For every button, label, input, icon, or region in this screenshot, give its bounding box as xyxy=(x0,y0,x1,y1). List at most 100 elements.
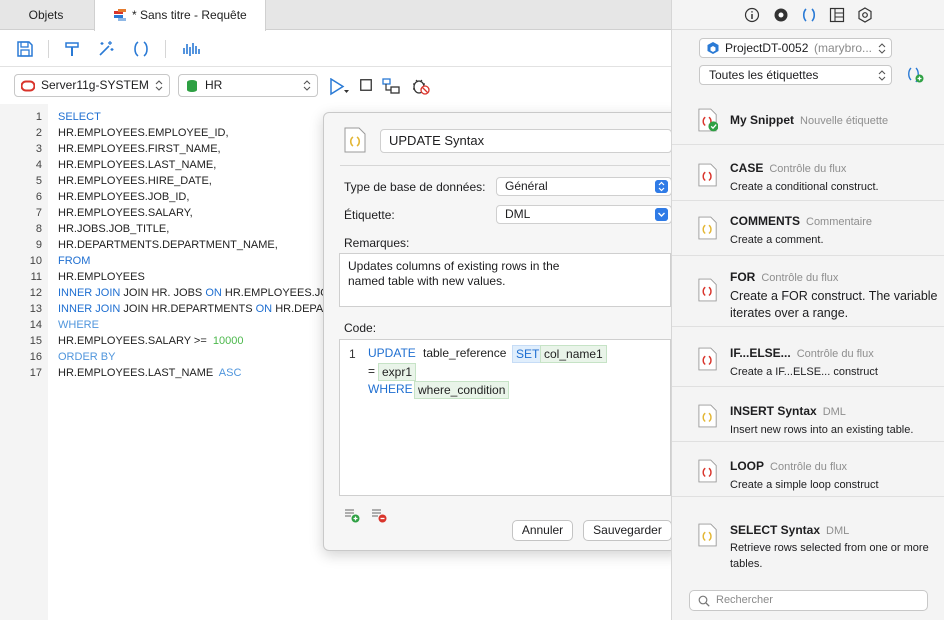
explain-chart-icon[interactable] xyxy=(181,39,201,59)
code-placeholder-where-condition[interactable]: where_condition xyxy=(414,381,510,399)
code-keyword-where: WHERE xyxy=(368,382,413,396)
oracle-icon xyxy=(21,80,35,92)
line-number: 4 xyxy=(35,159,42,171)
line-number: 10 xyxy=(29,255,42,267)
line-number: 12 xyxy=(29,287,42,299)
snippets-brackets-icon[interactable] xyxy=(801,7,817,23)
sql-text: HR.EMPLOYEES.LAST_NAME, xyxy=(58,159,217,171)
info-icon[interactable] xyxy=(744,7,760,23)
line-number: 14 xyxy=(29,319,42,331)
layout-icon[interactable] xyxy=(829,7,845,23)
inspector-tab-bar xyxy=(672,0,944,30)
run-icon[interactable] xyxy=(329,78,351,96)
snippet-title: SELECT Syntax xyxy=(730,523,821,537)
explain-plan-icon[interactable] xyxy=(382,77,400,95)
snippet-brackets-icon[interactable] xyxy=(131,39,151,59)
snippet-list-item[interactable]: INSERT Syntax DML Insert new rows into an … xyxy=(672,386,944,441)
snippet-code-editor[interactable]: 1 UPDATE table_reference SET col_name1 =… xyxy=(339,339,671,496)
snippet-title: LOOP xyxy=(730,459,765,473)
snippet-list-item[interactable]: COMMENTS Commentaire Create a comment. xyxy=(672,200,944,255)
code-placeholder-col-name1[interactable]: col_name1 xyxy=(540,345,607,363)
code-token-table-reference: table_reference xyxy=(423,346,507,360)
code-line: HR.EMPLOYEES.LAST_NAME, xyxy=(58,159,216,171)
sql-text: HR.EMPLOYEES.FIRST_NAME, xyxy=(58,143,221,155)
save-icon[interactable] xyxy=(15,39,35,59)
snippet-file-icon xyxy=(698,347,717,371)
tab-query[interactable]: * Sans titre - Requête xyxy=(94,0,266,31)
sql-text: HR.EMPLOYEES.LAST_NAME xyxy=(58,367,219,379)
add-placeholder-icon[interactable] xyxy=(344,507,360,523)
schema-select[interactable]: HR xyxy=(178,74,318,97)
snippet-file-icon xyxy=(698,216,717,240)
sql-keyword: 10000 xyxy=(212,335,244,347)
sql-keyword: WHERE xyxy=(58,319,99,331)
sql-text: HR.DEPARTMENTS.DEPARTMENT_NAME, xyxy=(58,239,278,251)
snippet-list-item[interactable]: My Snippet Nouvelle étiquette xyxy=(672,96,944,144)
code-line: HR.EMPLOYEES.JOB_ID, xyxy=(58,191,189,203)
snippet-file-icon xyxy=(698,523,717,547)
line-number: 7 xyxy=(35,207,42,219)
code-line: HR.EMPLOYEES.SALARY, xyxy=(58,207,193,219)
snippet-description: Create a IF...ELSE... construct xyxy=(730,366,878,378)
tag-select[interactable]: DML xyxy=(496,205,672,224)
toolbar-divider xyxy=(165,40,166,58)
snippet-tag: Commentaire xyxy=(806,216,873,228)
sql-text: HR.EMPLOYEES.SALARY, xyxy=(58,207,193,219)
tab-query-label: * Sans titre - Requête xyxy=(132,8,247,22)
sql-keyword: ORDER BY xyxy=(58,351,116,363)
code-line: HR.EMPLOYEES.LAST_NAME ASC xyxy=(58,367,241,379)
sql-text: JOIN HR. JOBS xyxy=(123,287,206,299)
snippet-description: Create a comment. xyxy=(730,234,824,246)
line-number: 15 xyxy=(29,335,42,347)
remove-placeholder-icon[interactable] xyxy=(371,507,387,523)
cancel-button[interactable]: Annuler xyxy=(512,520,573,541)
snippet-editor-popover: UPDATE Syntax Type de base de données: G… xyxy=(323,112,683,551)
database-icon xyxy=(187,80,197,92)
stepper-arrows-icon xyxy=(655,180,668,193)
snippet-description: Insert new rows into an existing table. xyxy=(730,424,914,436)
remarks-textarea[interactable]: Updates columns of existing rows in the … xyxy=(339,253,671,307)
save-snippet-button[interactable]: Sauvegarder xyxy=(583,520,672,541)
app-window: Objets * Sans titre - Requête Server11g-… xyxy=(0,0,944,620)
snippet-list-item[interactable]: CASE Contrôle du flux Create a conditional… xyxy=(672,144,944,200)
snippet-list-item[interactable]: LOOP Contrôle du flux Create a simple loop… xyxy=(672,441,944,496)
snippet-name-input[interactable]: UPDATE Syntax xyxy=(380,129,672,153)
editor-toolbar xyxy=(0,30,671,67)
stop-icon[interactable] xyxy=(360,79,372,91)
snippet-title: My Snippet xyxy=(730,113,795,127)
snippet-tag: Contrôle du flux xyxy=(761,272,839,284)
line-number: 11 xyxy=(30,271,42,283)
line-number: 5 xyxy=(35,175,42,187)
debug-icon[interactable] xyxy=(411,77,431,95)
project-select[interactable]: ProjectDT-0052 (marybro... xyxy=(699,38,892,58)
snippet-name: COMMENTS Commentaire xyxy=(730,214,872,228)
code-placeholder-expr1[interactable]: expr1 xyxy=(378,363,417,381)
snippet-search-input[interactable]: Rechercher xyxy=(689,590,928,611)
snippet-list-item[interactable]: IF...ELSE... Contrôle du flux Create a IF.… xyxy=(672,326,944,386)
tab-bar: Objets * Sans titre - Requête xyxy=(0,0,671,31)
format-icon[interactable] xyxy=(62,39,82,59)
snippet-list-item[interactable]: FOR Contrôle du flux Create a FOR construc… xyxy=(672,255,944,326)
magic-wand-icon[interactable] xyxy=(96,39,116,59)
sql-keyword: FROM xyxy=(58,255,91,267)
snippet-file-icon xyxy=(698,459,717,483)
sql-text: HR.EMPLOYEES.HIRE_DATE, xyxy=(58,175,212,187)
code-line: INNER JOIN JOIN HR. JOBS ON HR.EMPLOYEES… xyxy=(58,287,336,299)
tab-objets[interactable]: Objets xyxy=(0,0,92,30)
code-line: ORDER BY xyxy=(58,351,115,363)
connection-select[interactable]: Server11g-SYSTEM xyxy=(14,74,170,97)
code-line: HR.EMPLOYEES.SALARY >= 10000 xyxy=(58,335,243,347)
preview-eye-icon[interactable] xyxy=(773,7,789,23)
code-line: HR.EMPLOYEES.HIRE_DATE, xyxy=(58,175,212,187)
snippet-title: FOR xyxy=(730,270,756,284)
line-number: 13 xyxy=(29,303,42,315)
code-line: FROM xyxy=(58,255,90,267)
db-type-select[interactable]: Général xyxy=(496,177,672,196)
line-number: 2 xyxy=(35,127,42,139)
hexagon-settings-icon[interactable] xyxy=(857,7,873,23)
code-line: HR.EMPLOYEES xyxy=(58,271,145,283)
new-snippet-icon[interactable] xyxy=(905,66,925,84)
snippet-list-item[interactable]: SELECT Syntax DML Retrieve rows selected f… xyxy=(672,496,944,580)
tags-filter-select[interactable]: Toutes les étiquettes xyxy=(699,65,892,85)
tag-label: Étiquette: xyxy=(344,208,395,222)
